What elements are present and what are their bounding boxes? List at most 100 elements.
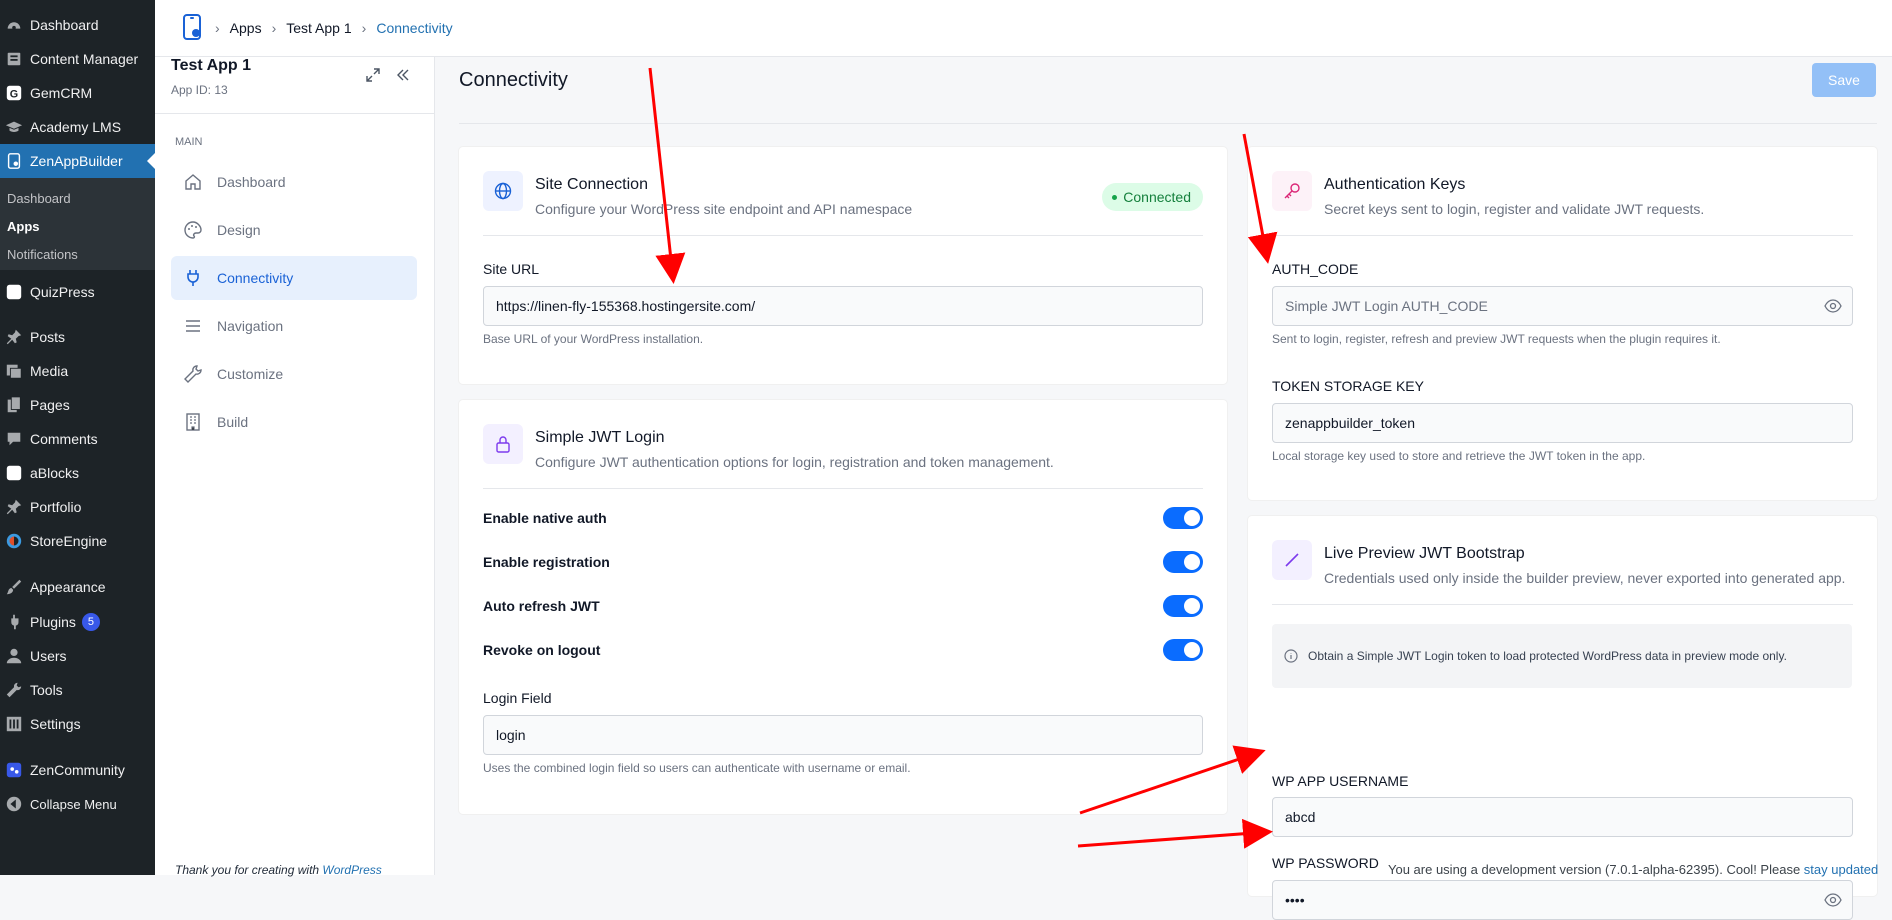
menu-label: Portfolio (30, 499, 82, 515)
breadcrumb-label: Test App 1 (286, 20, 352, 36)
wp-password-input[interactable]: •••• (1272, 880, 1853, 920)
menu-label: Media (30, 363, 69, 379)
menu-comments[interactable]: Comments (0, 422, 155, 456)
breadcrumb-label: Apps (229, 20, 262, 36)
login-field-input[interactable]: login (483, 715, 1203, 755)
wand-icon (1272, 540, 1312, 580)
menu-ablocks[interactable]: aBlocks (0, 456, 155, 490)
menu-content-manager[interactable]: Content Manager (0, 42, 155, 76)
nav-label: Design (217, 222, 261, 238)
jwt-login-card: Simple JWT Login Configure JWT authentic… (459, 400, 1227, 814)
nav-navigation[interactable]: Navigation (171, 304, 417, 348)
app-side-panel: Test App 1 App ID: 13 MAIN Dashboard Des… (155, 57, 435, 877)
menu-pages[interactable]: Pages (0, 388, 155, 422)
menu-storeengine[interactable]: StoreEngine (0, 524, 155, 558)
card-description: Credentials used only inside the builder… (1324, 570, 1846, 586)
menu-label: StoreEngine (30, 533, 108, 549)
submenu-notifications[interactable]: Notifications (7, 247, 78, 262)
menu-dashboard[interactable]: Dashboard (0, 8, 155, 42)
save-button[interactable]: Save (1812, 63, 1876, 97)
menu-tools[interactable]: Tools (0, 673, 155, 707)
menu-label: QuizPress (30, 284, 95, 300)
storeengine-icon (4, 531, 24, 551)
menu-gemcrm[interactable]: G GemCRM (0, 76, 155, 110)
breadcrumb-apps[interactable]: › Apps (215, 20, 262, 36)
input-value: login (496, 727, 526, 743)
chevron-right-icon: › (271, 20, 277, 36)
nav-dashboard[interactable]: Dashboard (171, 160, 417, 204)
nav-design[interactable]: Design (171, 208, 417, 252)
nav-connectivity[interactable]: Connectivity (171, 256, 417, 300)
menu-settings[interactable]: Settings (0, 707, 155, 741)
auth-code-input[interactable]: Simple JWT Login AUTH_CODE (1272, 286, 1853, 326)
enable-native-auth-toggle[interactable] (1163, 507, 1203, 529)
menu-zenappbuilder[interactable]: ZenAppBuilder (0, 144, 155, 178)
menu-plugins[interactable]: Plugins 5 (0, 605, 155, 639)
nav-label: Customize (217, 366, 284, 382)
menu-label: aBlocks (30, 465, 80, 481)
divider (483, 488, 1203, 489)
svg-text:G: G (10, 89, 18, 101)
nav-label: Connectivity (217, 270, 294, 286)
quizpress-icon (4, 282, 24, 302)
enable-registration-toggle[interactable] (1163, 551, 1203, 573)
menu-zencommunity[interactable]: ZenCommunity (0, 753, 155, 787)
site-url-help: Base URL of your WordPress installation. (483, 332, 704, 346)
auto-refresh-jwt-toggle[interactable] (1163, 595, 1203, 617)
zenappbuilder-submenu: Dashboard Apps Notifications (0, 178, 155, 270)
collapse-panel-icon[interactable] (395, 67, 411, 83)
site-connection-card: Site Connection Configure your WordPress… (459, 147, 1227, 384)
settings-icon (4, 714, 24, 734)
app-logo-icon[interactable] (181, 14, 205, 42)
input-value: abcd (1285, 809, 1316, 825)
revoke-on-logout-toggle[interactable] (1163, 639, 1203, 661)
pin-icon (4, 327, 24, 347)
chevron-right-icon: › (215, 20, 220, 36)
input-value: https://linen-fly-155368.hostingersite.c… (496, 298, 756, 314)
menu-quizpress[interactable]: QuizPress (0, 275, 155, 309)
menu-appearance[interactable]: Appearance (0, 570, 155, 604)
dashboard-icon (4, 15, 24, 35)
auth-code-label: AUTH_CODE (1272, 261, 1359, 277)
section-label: MAIN (175, 136, 203, 148)
breadcrumb-label: Connectivity (376, 20, 453, 36)
divider (1272, 235, 1853, 236)
nav-customize[interactable]: Customize (171, 352, 417, 396)
wp-username-input[interactable]: abcd (1272, 797, 1853, 837)
app-name: Test App 1 (171, 57, 252, 74)
media-icon (4, 361, 24, 381)
token-key-input[interactable]: zenappbuilder_token (1272, 403, 1853, 443)
menu-academy-lms[interactable]: Academy LMS (0, 110, 155, 144)
divider (483, 235, 1203, 236)
card-description: Configure your WordPress site endpoint a… (535, 201, 913, 217)
toggle-label: Revoke on logout (483, 642, 601, 658)
submenu-apps[interactable]: Apps (7, 219, 40, 234)
eye-icon[interactable] (1824, 893, 1842, 907)
zenappbuilder-icon (4, 151, 24, 171)
submenu-dashboard[interactable]: Dashboard (7, 191, 71, 206)
site-url-input[interactable]: https://linen-fly-155368.hostingersite.c… (483, 286, 1203, 326)
menu-label: Content Manager (30, 51, 139, 67)
info-text: Obtain a Simple JWT Login token to load … (1308, 649, 1787, 663)
menu-lines-icon (183, 316, 203, 336)
palette-icon (183, 220, 203, 240)
users-icon (4, 646, 24, 666)
home-icon (183, 172, 203, 192)
menu-label: Collapse Menu (30, 796, 117, 812)
top-bar: › Apps › Test App 1 › Connectivity (155, 0, 1892, 57)
eye-icon[interactable] (1824, 299, 1842, 313)
expand-icon[interactable] (365, 67, 381, 83)
menu-posts[interactable]: Posts (0, 320, 155, 354)
menu-media[interactable]: Media (0, 354, 155, 388)
menu-label: ZenCommunity (30, 762, 125, 778)
menu-users[interactable]: Users (0, 639, 155, 673)
academy-icon (4, 117, 24, 137)
key-icon (1272, 171, 1312, 211)
main-content: Connectivity Save Site Connection Config… (435, 57, 1892, 920)
menu-label: Settings (30, 716, 81, 732)
nav-build[interactable]: Build (171, 400, 417, 444)
breadcrumb-app[interactable]: › Test App 1 (272, 20, 352, 36)
menu-collapse[interactable]: Collapse Menu (0, 787, 155, 821)
menu-portfolio[interactable]: Portfolio (0, 490, 155, 524)
collapse-icon (4, 794, 24, 814)
